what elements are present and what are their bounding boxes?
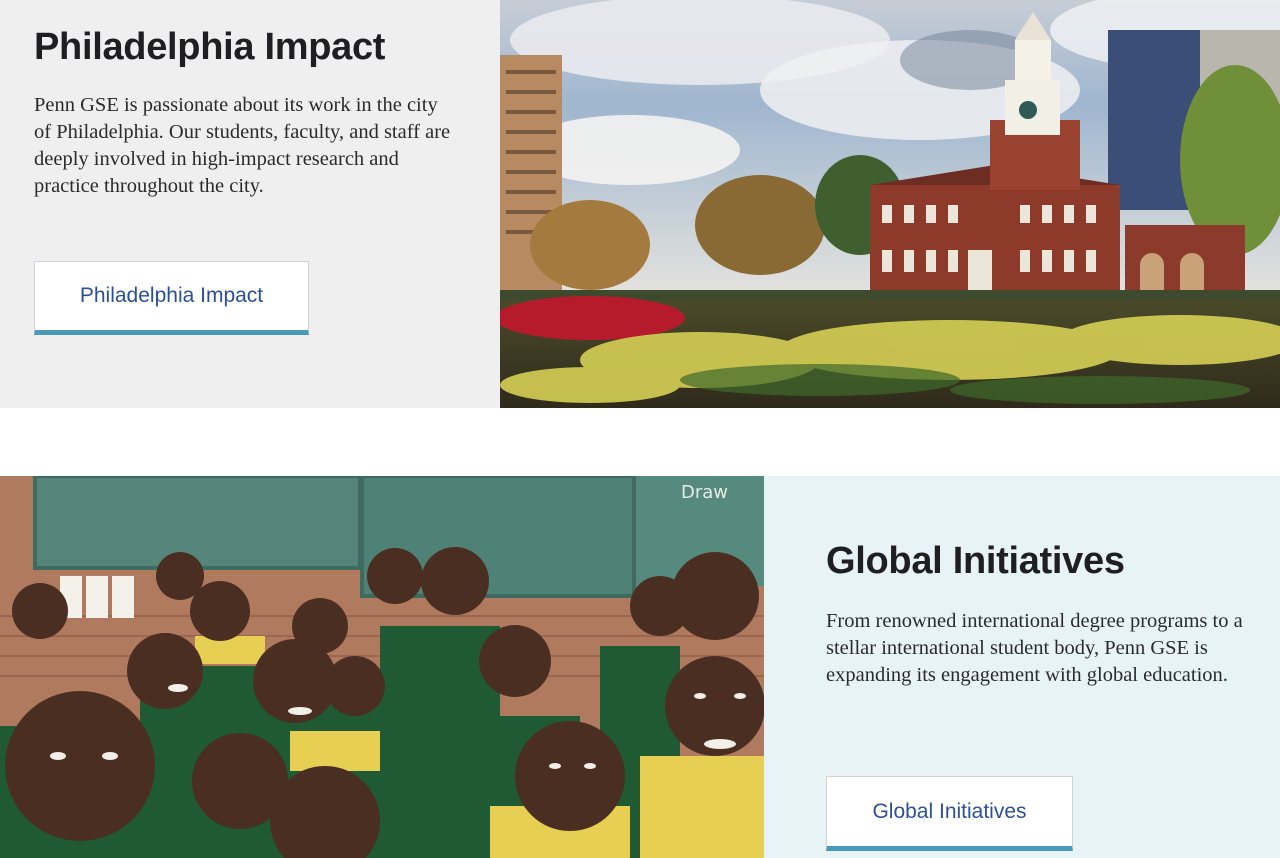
chalkboard-text: Draw: [681, 482, 728, 503]
global-description: From renowned international degree progr…: [826, 610, 1243, 686]
independence-hall-photo: [500, 0, 1280, 408]
global-initiatives-button[interactable]: Global Initiatives: [826, 776, 1073, 851]
philadelphia-text-panel: Philadelphia Impact Penn GSE is passiona…: [0, 0, 500, 408]
philadelphia-impact-button[interactable]: Philadelphia Impact: [34, 261, 309, 335]
schoolchildren-photo: Draw: [0, 476, 764, 858]
global-text-panel: Global Initiatives From renowned interna…: [764, 476, 1280, 858]
philadelphia-heading: Philadelphia Impact: [34, 26, 386, 68]
global-heading: Global Initiatives: [826, 540, 1125, 582]
global-initiatives-section: Draw Global Initiatives From renowned in…: [0, 476, 1280, 858]
philadelphia-impact-section: Philadelphia Impact Penn GSE is passiona…: [0, 0, 1280, 408]
philadelphia-description: Penn GSE is passionate about its work in…: [34, 94, 451, 197]
